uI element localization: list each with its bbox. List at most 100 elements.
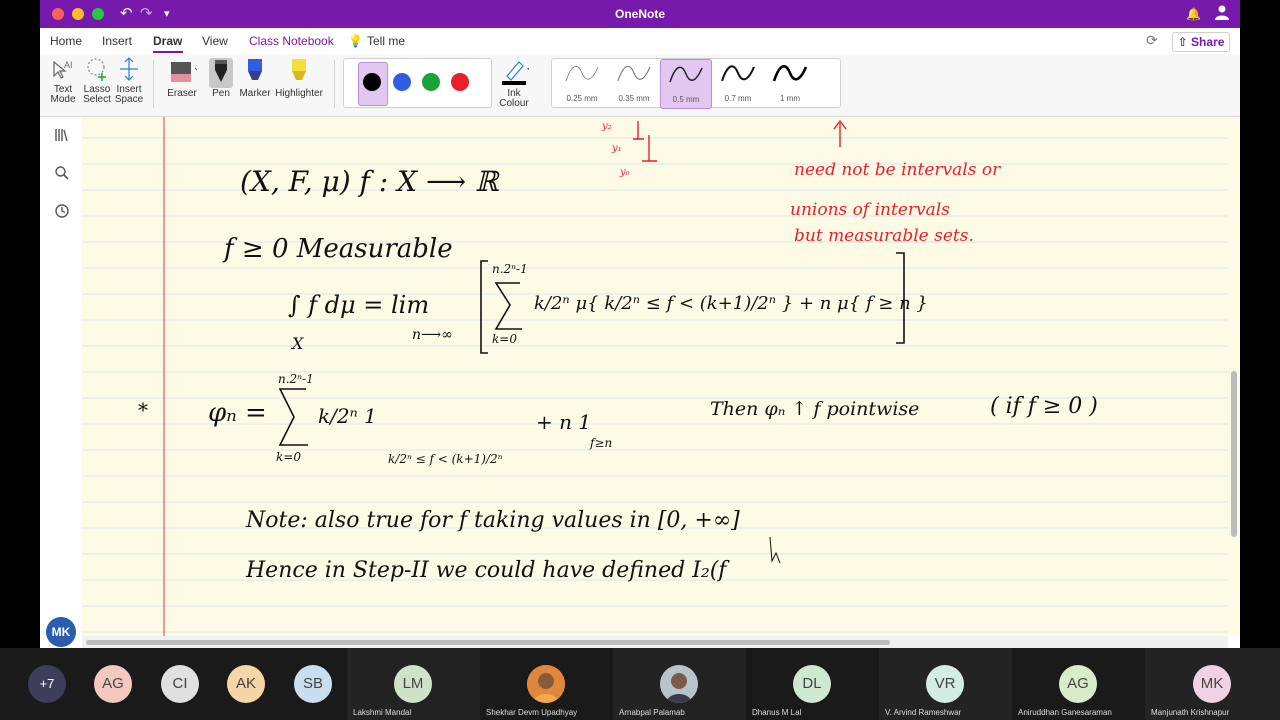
text-mode-icon: AI — [53, 60, 73, 79]
marker-label: Marker — [239, 88, 271, 99]
vertical-scrollbar[interactable] — [1228, 117, 1240, 636]
tab-insert[interactable]: Insert — [102, 34, 132, 48]
sum-upper-limit: n.2ⁿ-1 — [492, 262, 528, 276]
color-swatch-red[interactable] — [451, 73, 469, 91]
highlighter-icon — [292, 59, 306, 80]
pen-thickness-panel: 0.25 mm 0.35 mm 0.5 mm 0.7 mm 1 mm — [551, 58, 841, 109]
vertical-scroll-thumb[interactable] — [1231, 371, 1237, 537]
sync-icon[interactable]: ⟳ — [1146, 32, 1158, 49]
participant-avatar[interactable]: CI — [161, 665, 199, 703]
note-canvas[interactable]: y₂ y₁ y₀ need not be intervals or unions… — [82, 117, 1228, 636]
highlighter-label: Highlighter — [275, 88, 323, 99]
notebooks-icon[interactable] — [52, 127, 72, 147]
participant-name: Arnabpal Palamab — [619, 708, 685, 717]
thickness-label: 1 mm — [780, 94, 800, 103]
marker-icon — [248, 59, 262, 80]
note-text: Note: also true for f taking values in [… — [245, 508, 740, 533]
stroke-sample-icon — [669, 66, 703, 83]
eraser-icon — [171, 62, 199, 82]
phi-sum-term: k/2ⁿ 1 — [318, 404, 377, 428]
window-title: OneNote — [614, 7, 665, 21]
ribbon-separator — [334, 60, 335, 108]
color-swatch-blue[interactable] — [393, 73, 411, 91]
marker-button[interactable]: Marker — [238, 56, 272, 99]
pen-button[interactable]: Pen — [204, 56, 238, 99]
tab-draw[interactable]: Draw — [153, 34, 182, 48]
participant-tile[interactable]: LM Lakshmi Mandal — [347, 648, 480, 720]
avatar[interactable]: MK — [46, 617, 76, 647]
recent-clock-icon[interactable] — [52, 203, 72, 223]
account-icon[interactable] — [1214, 4, 1230, 26]
share-button[interactable]: ⇧ Share — [1172, 32, 1230, 52]
lasso-select-button[interactable]: Lasso Select — [82, 56, 112, 105]
insert-space-button[interactable]: Insert Space — [114, 56, 144, 105]
participant-avatar: DL — [793, 665, 831, 703]
ink-colour-button[interactable]: Ink Colour — [494, 56, 534, 109]
eraser-label: Eraser — [167, 88, 197, 99]
text-mode-label-2: Mode — [50, 94, 76, 105]
color-swatch-green[interactable] — [422, 73, 440, 91]
participant-photo — [660, 665, 698, 703]
participant-tiles-compact: +7 AG CI AK SB — [0, 648, 347, 720]
stroke-sample-icon — [617, 65, 651, 82]
participant-avatar: AG — [1059, 665, 1097, 703]
bell-icon[interactable]: 🔔 — [1186, 4, 1201, 24]
participant-tile[interactable]: Shekhar Devm Upadhyay — [480, 648, 613, 720]
eraser-button[interactable]: Eraser — [164, 56, 200, 99]
thickness-option[interactable]: 0.7 mm — [713, 59, 763, 107]
horizontal-scrollbar[interactable] — [82, 636, 1228, 648]
left-bracket-sketch — [480, 260, 488, 354]
red-note-line: need not be intervals or — [794, 160, 1001, 180]
tell-me-search[interactable]: Tell me — [367, 34, 405, 48]
cursor-icon — [769, 536, 781, 564]
tab-class-notebook[interactable]: Class Notebook — [249, 34, 334, 48]
lasso-label-2: Select — [83, 94, 111, 105]
thickness-option[interactable]: 1 mm — [765, 59, 815, 107]
title-bar: ↶ ↷ ▾ OneNote 🔔 — [40, 0, 1240, 28]
insert-space-icon — [120, 57, 138, 81]
participant-name: Aniruddhan Ganesaraman — [1018, 708, 1112, 717]
share-icon: ⇧ — [1177, 35, 1188, 49]
onenote-window: ↶ ↷ ▾ OneNote 🔔 Home Insert Draw View Cl… — [40, 0, 1240, 648]
participant-avatar[interactable]: AG — [94, 665, 132, 703]
thickness-option-selected[interactable]: 0.5 mm — [660, 59, 712, 109]
phi-definition: φₙ = — [208, 398, 267, 428]
participant-tile[interactable]: Arnabpal Palamab — [613, 648, 746, 720]
thickness-label: 0.25 mm — [566, 94, 598, 103]
phi-sum-upper: n.2ⁿ-1 — [278, 372, 314, 386]
participant-avatar[interactable]: AK — [227, 665, 265, 703]
color-swatch-black[interactable] — [363, 73, 381, 91]
text-mode-button[interactable]: AI Text Mode — [48, 56, 78, 105]
margin-label: y₀ — [619, 167, 630, 178]
note-line-space: (X, F, μ) f : X ⟶ ℝ — [240, 165, 500, 198]
svg-text:AI: AI — [64, 60, 73, 70]
stroke-sample-icon — [565, 65, 599, 82]
tab-home[interactable]: Home — [50, 34, 82, 48]
integral-lhs: ∫ f dμ = lim — [288, 291, 429, 319]
thickness-option[interactable]: 0.35 mm — [609, 59, 659, 107]
draw-ribbon: AI Text Mode Lasso Select Insert Space E… — [40, 54, 1240, 117]
lasso-icon — [87, 58, 106, 81]
highlighter-button[interactable]: Highlighter — [274, 56, 324, 99]
star-mark: * — [138, 398, 148, 422]
participant-tile[interactable]: MK Manjunath Krishnapur — [1145, 648, 1280, 720]
menu-bar: Home Insert Draw View Class Notebook 💡 T… — [40, 28, 1240, 54]
participant-avatar[interactable]: SB — [294, 665, 332, 703]
participant-tile[interactable]: DL Dhanus M Lal — [746, 648, 879, 720]
red-note-line: unions of intervals — [790, 200, 950, 220]
tab-view[interactable]: View — [202, 34, 228, 48]
horizontal-scroll-thumb[interactable] — [86, 640, 890, 645]
participant-avatar: VR — [926, 665, 964, 703]
integral-subscript: X — [290, 334, 304, 353]
note-line-measurable: f ≥ 0 Measurable — [222, 234, 453, 264]
sum-lower-limit: k=0 — [492, 332, 517, 346]
search-icon[interactable] — [52, 165, 72, 185]
participant-tile[interactable]: VR V. Arvind Rameshwar — [879, 648, 1012, 720]
pen-color-palette — [343, 58, 492, 108]
thickness-option[interactable]: 0.25 mm — [557, 59, 607, 107]
ruled-lines: y₂ y₁ y₀ need not be intervals or unions… — [82, 117, 1228, 636]
if-clause: ( if f ≥ 0 ) — [990, 394, 1098, 419]
participant-tile[interactable]: AG Aniruddhan Ganesaraman — [1012, 648, 1145, 720]
up-arrow-sketch — [833, 119, 847, 147]
more-participants-badge[interactable]: +7 — [28, 665, 66, 703]
